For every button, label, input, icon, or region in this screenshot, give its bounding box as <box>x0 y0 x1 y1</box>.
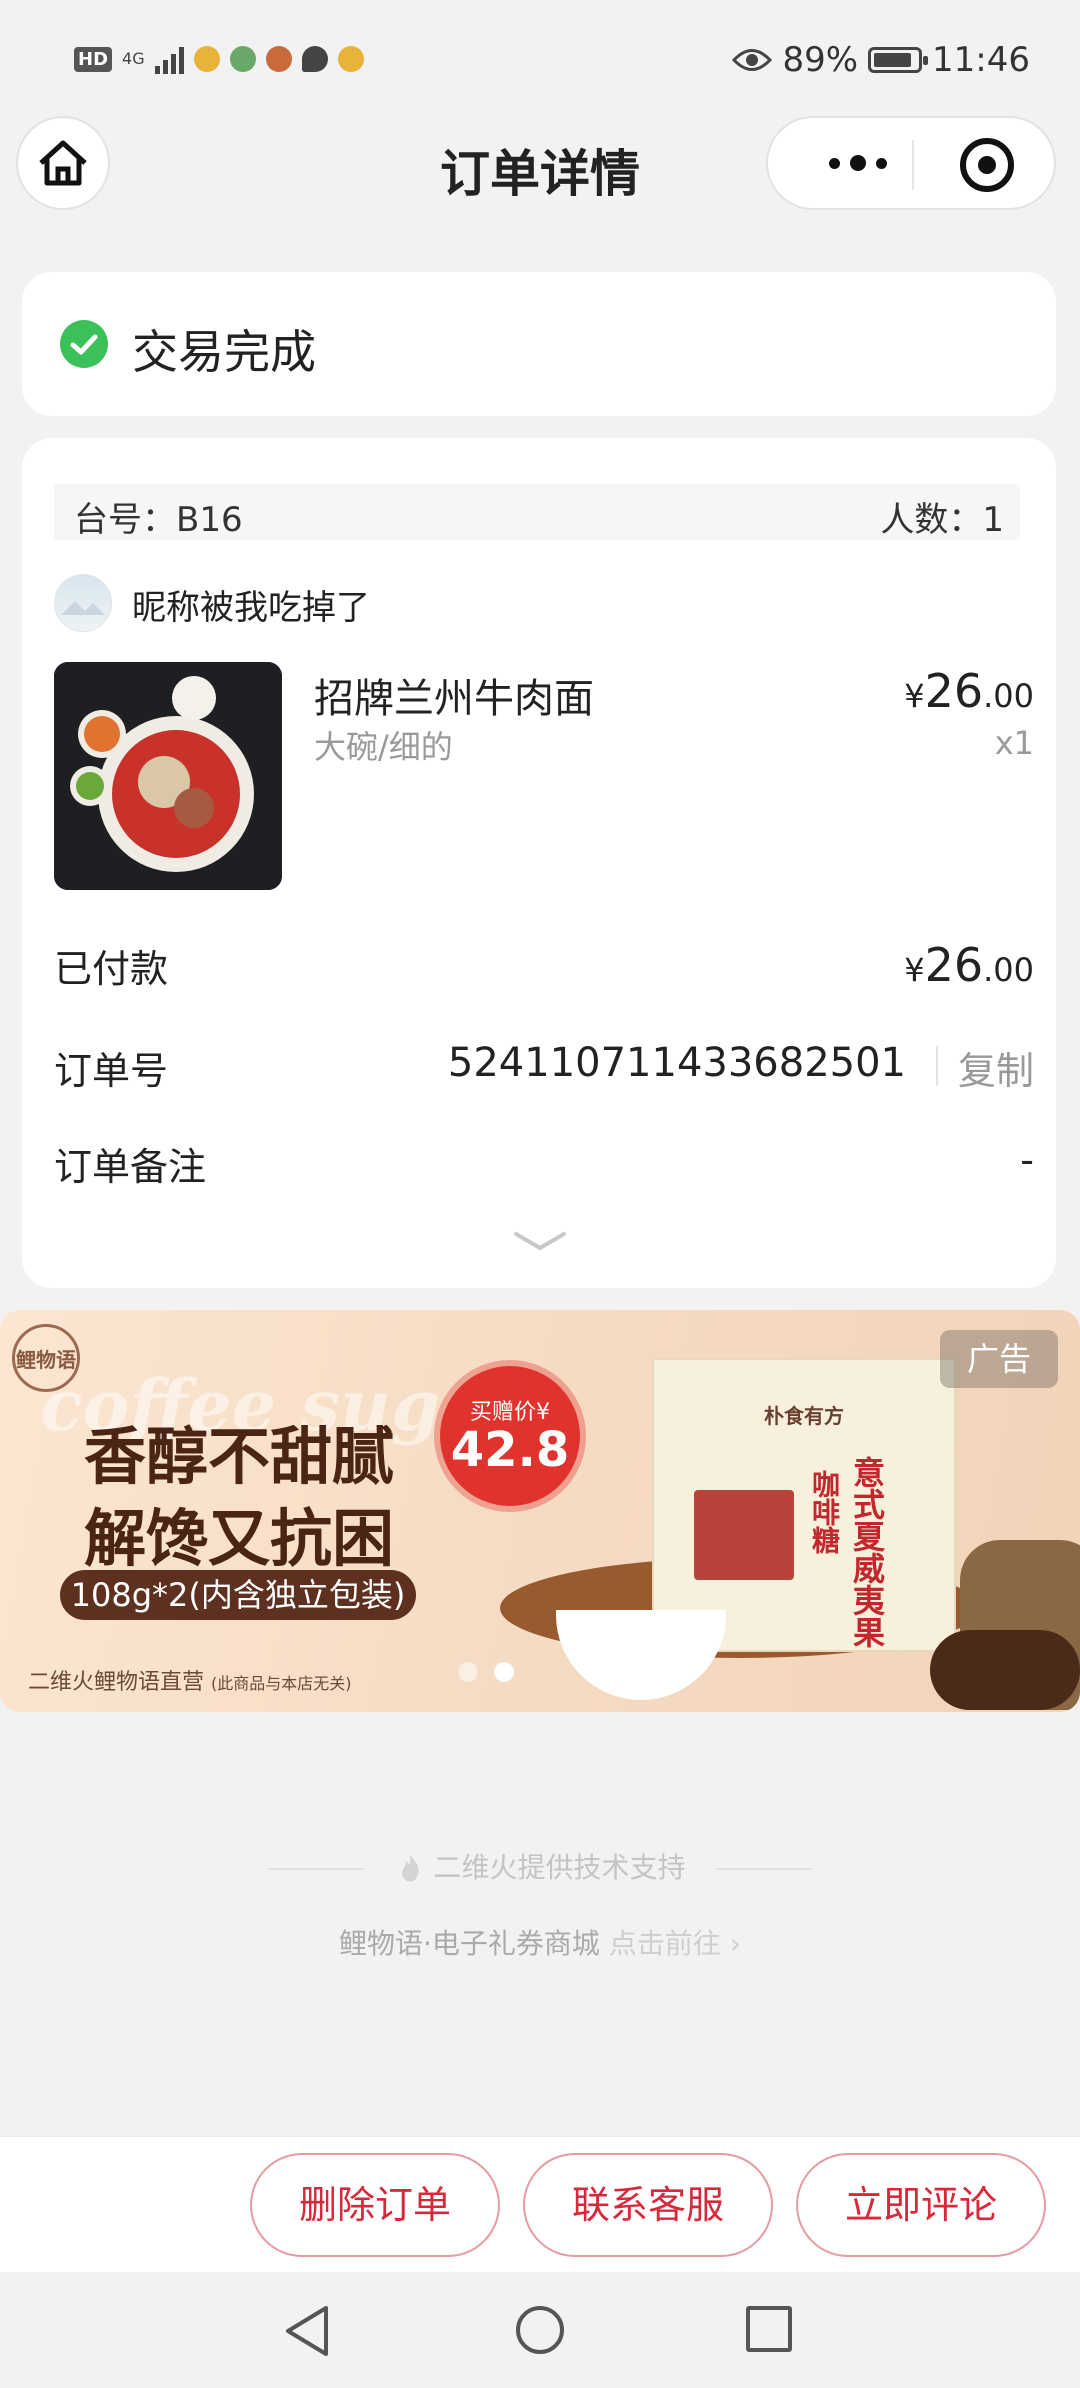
system-navigation-bar <box>0 2272 1080 2388</box>
ad-banner[interactable]: coffee sugar 鲤物语 香醇不甜腻 解馋又抗困 108g*2(内含独立… <box>0 1310 1080 1712</box>
review-button[interactable]: 立即评论 <box>796 2153 1046 2257</box>
battery-percent: 89% <box>782 40 859 80</box>
ad-tag: 广告 <box>940 1330 1058 1388</box>
network-indicator: 4G <box>122 49 145 68</box>
battery-icon <box>868 47 929 73</box>
powered-by: 二维火提供技术支持 <box>0 1846 1080 1886</box>
order-remark-label: 订单备注 <box>54 1145 207 1189</box>
delete-order-button[interactable]: 删除订单 <box>250 2153 500 2257</box>
contact-service-button[interactable]: 联系客服 <box>523 2153 773 2257</box>
price-integer: 26 <box>924 664 984 718</box>
price-integer: 26 <box>924 938 984 992</box>
carousel-dot-active[interactable] <box>494 1662 514 1682</box>
order-status-card: 交易完成 <box>22 272 1056 416</box>
recent-apps-icon[interactable] <box>746 2306 792 2352</box>
ad-disclaimer: (此商品与本店无关) <box>211 1674 352 1693</box>
paid-label: 已付款 <box>54 947 169 991</box>
dot-icon <box>829 157 840 169</box>
dot-icon <box>850 155 866 171</box>
status-bar: HD 4G 89% 11:46 <box>0 0 1080 120</box>
home-circle-icon[interactable] <box>516 2306 564 2354</box>
ad-product-slab <box>694 1490 794 1580</box>
price-decimal: .00 <box>983 951 1034 989</box>
order-remark-value: - <box>1020 1138 1034 1182</box>
ad-coffee-beans <box>930 1630 1080 1710</box>
divider-line <box>267 1868 364 1870</box>
message-icon <box>301 46 328 72</box>
app-notification-icon <box>337 46 364 72</box>
ad-brand-logo: 鲤物语 <box>12 1324 80 1392</box>
table-info-bar: 台号：B16 人数：1 <box>54 484 1020 540</box>
user-nickname: 昵称被我吃掉了 <box>132 588 370 628</box>
price-decimal: .00 <box>983 677 1034 715</box>
order-number: 524110711433682501 <box>447 1040 906 1086</box>
more-menu-button[interactable] <box>808 140 908 186</box>
app-notification-icon <box>193 46 220 72</box>
app-notification-icon <box>229 46 256 72</box>
ad-price-badge: 买赠价¥ 42.8 <box>440 1366 580 1506</box>
flame-logo-icon <box>401 1855 419 1882</box>
dot-icon <box>876 157 887 169</box>
table-number: 台号：B16 <box>74 500 243 540</box>
ad-headline-2: 解馋又抗困 <box>84 1502 395 1575</box>
status-left: HD 4G <box>74 44 364 74</box>
close-miniprogram-button[interactable] <box>960 138 1014 192</box>
ad-box-brand: 朴食有方 <box>764 1404 844 1428</box>
ad-headline-1: 香醇不甜腻 <box>84 1420 395 1493</box>
item-name: 招牌兰州牛肉面 <box>314 676 594 722</box>
item-price: ¥26.00 <box>904 664 1034 718</box>
ad-spec-pill: 108g*2(内含独立包装) <box>60 1570 416 1620</box>
people-count: 人数：1 <box>880 500 1004 540</box>
miniprogram-capsule <box>766 116 1056 210</box>
item-image[interactable] <box>54 662 282 890</box>
expand-chevron-icon[interactable] <box>512 1226 568 1256</box>
avatar <box>54 574 112 632</box>
item-quantity: x1 <box>994 724 1034 762</box>
copy-button[interactable]: 复制 <box>958 1040 1034 1095</box>
currency-symbol: ¥ <box>904 677 925 715</box>
copy-divider <box>936 1046 938 1086</box>
target-icon <box>978 156 996 174</box>
mall-link-row[interactable]: 鲤物语·电子礼券商城 点击前往 › <box>0 1922 1080 1962</box>
order-detail-card: 台号：B16 人数：1 昵称被我吃掉了 招牌兰州牛肉面 大碗/细的 ¥26.00… <box>22 438 1056 1288</box>
carousel-dots <box>458 1662 514 1682</box>
order-status-text: 交易完成 <box>132 325 316 379</box>
back-icon[interactable] <box>282 2304 332 2358</box>
divider-line <box>716 1868 813 1870</box>
hd-indicator: HD <box>74 46 113 72</box>
carousel-dot[interactable] <box>458 1662 478 1682</box>
mall-go-link[interactable]: 点击前往 › <box>609 1927 741 1960</box>
ad-bowl <box>556 1610 726 1700</box>
currency-symbol: ¥ <box>904 951 925 989</box>
eye-icon <box>732 49 773 71</box>
ad-badge-price: 42.8 <box>450 1422 570 1478</box>
ad-seller: 二维火鲤物语直营 <box>28 1670 205 1695</box>
ad-box-text-2: 意式夏威夷果 <box>848 1456 886 1648</box>
capsule-divider <box>912 140 914 190</box>
ad-box-text-1: 咖啡糖 <box>808 1470 841 1554</box>
success-check-icon <box>60 320 108 368</box>
ad-product-box: 朴食有方 咖啡糖 意式夏威夷果 <box>652 1358 956 1652</box>
ad-footer: 二维火鲤物语直营 (此商品与本店无关) <box>28 1664 352 1696</box>
signal-icon <box>154 44 184 74</box>
app-notification-icon <box>265 46 292 72</box>
order-number-label: 订单号 <box>54 1049 169 1093</box>
mall-text: 鲤物语·电子礼券商城 <box>339 1927 600 1960</box>
bottom-action-bar: 删除订单 联系客服 立即评论 <box>0 2136 1080 2273</box>
powered-by-text: 二维火提供技术支持 <box>433 1851 686 1884</box>
status-right: 89% 11:46 <box>732 40 1030 80</box>
paid-amount: ¥26.00 <box>904 938 1034 992</box>
clock: 11:46 <box>932 40 1030 80</box>
item-spec: 大碗/细的 <box>314 728 453 766</box>
